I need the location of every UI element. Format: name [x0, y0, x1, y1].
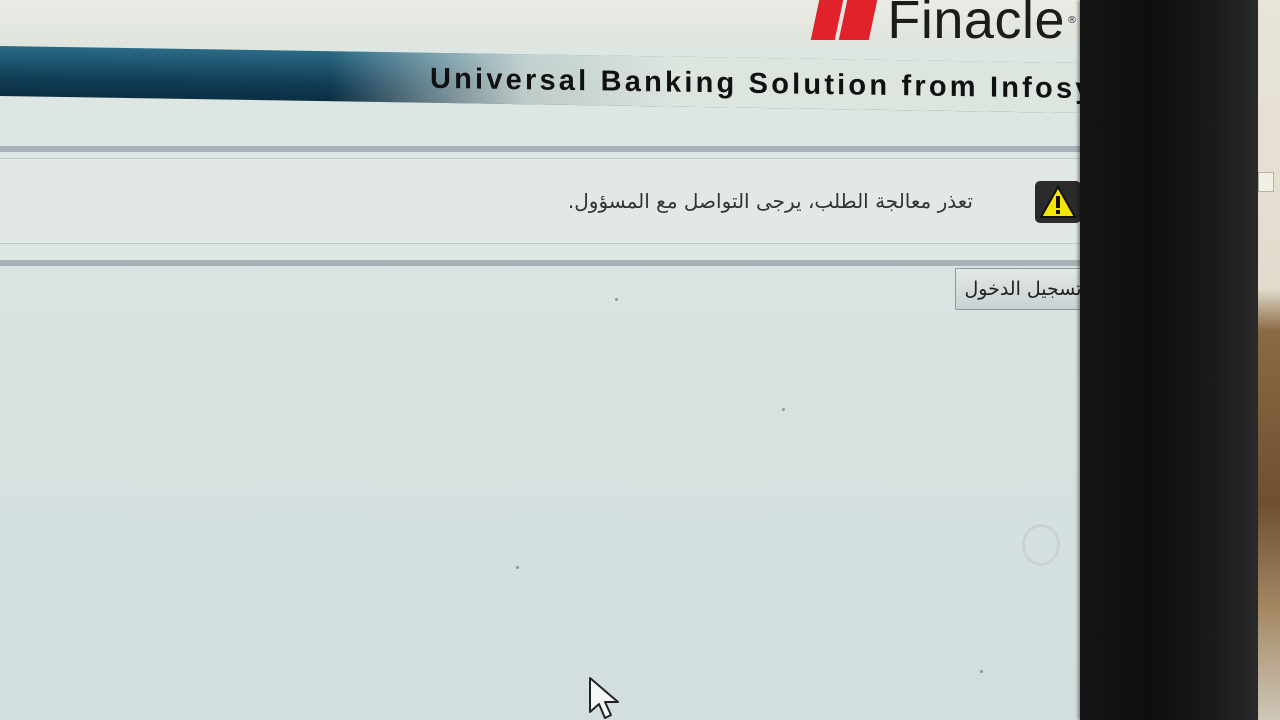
finacle-logo-mark — [811, 0, 878, 40]
error-message: تعذر معالجة الطلب، يرجى التواصل مع المسؤ… — [567, 189, 973, 213]
error-alert: تعذر معالجة الطلب، يرجى التواصل مع المسؤ… — [0, 146, 1096, 266]
mouse-pointer-icon — [588, 676, 622, 720]
warning-icon — [1035, 181, 1081, 223]
monitor-bezel — [1080, 0, 1258, 720]
finacle-logo: Finacle ® — [811, 0, 1077, 50]
brand-name: Finacle — [887, 0, 1065, 50]
registered-mark: ® — [1067, 14, 1077, 26]
photo-frame: Finacle ® Universal Banking Solution from… — [0, 0, 1280, 720]
loading-icon — [1022, 524, 1060, 566]
error-alert-inner: تعذر معالجة الطلب، يرجى التواصل مع المسؤ… — [0, 158, 1094, 244]
header-bar: Finacle ® — [0, 0, 1105, 50]
login-button[interactable]: تسجيل الدخول — [955, 268, 1091, 310]
app-window: Finacle ® Universal Banking Solution from… — [0, 0, 1105, 720]
tagline-banner: Universal Banking Solution from Infosys — [0, 46, 1105, 114]
wall-socket — [1258, 172, 1274, 192]
